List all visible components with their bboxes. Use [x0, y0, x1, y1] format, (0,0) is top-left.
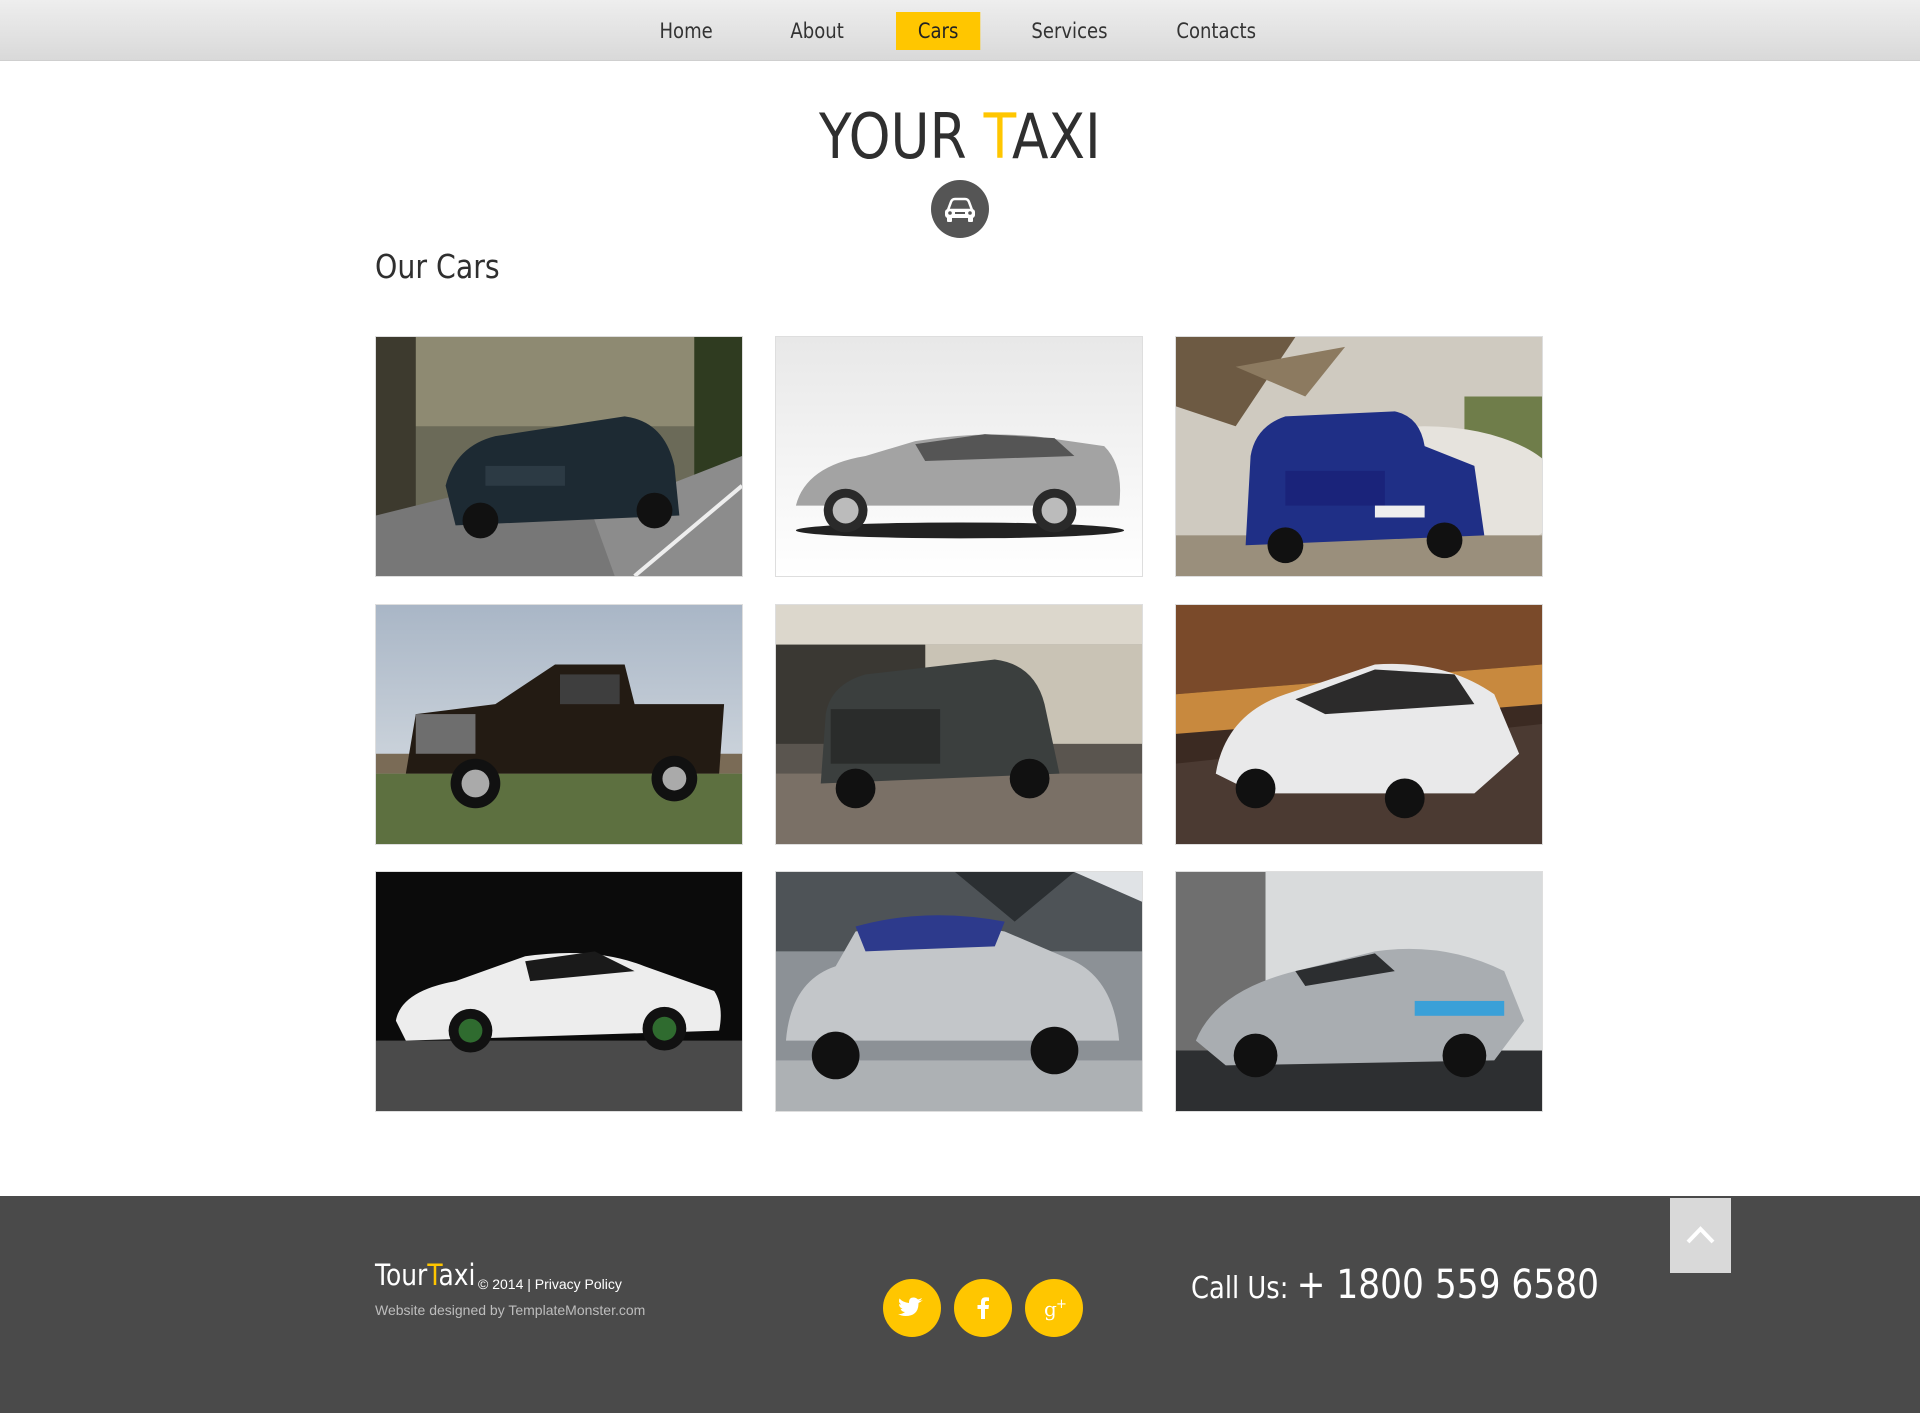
logo-text-1: YOUR	[819, 100, 984, 173]
footer-brand[interactable]: TourTaxi	[375, 1258, 475, 1292]
logo-text-2: AXI	[1012, 100, 1101, 173]
back-to-top-button[interactable]	[1670, 1198, 1731, 1273]
car-photo-grey-suv-icon	[776, 605, 1142, 844]
car-photo-1[interactable]	[375, 336, 743, 577]
privacy-policy-link[interactable]: Privacy Policy	[535, 1276, 622, 1292]
car-photo-dark-wagon-road-icon	[376, 337, 742, 576]
car-photo-white-coupe-icon	[376, 872, 742, 1111]
car-photo-silver-hatchback-icon	[776, 872, 1142, 1111]
car-photo-4[interactable]	[375, 604, 743, 845]
call-label: Call Us:	[1191, 1271, 1297, 1306]
designed-by[interactable]: Website designed by TemplateMonster.com	[375, 1302, 645, 1318]
google-plus-icon: g +	[1044, 1297, 1067, 1321]
svg-text:+: +	[1056, 1297, 1067, 1312]
call-us: Call Us: + 1800 559 6580	[1191, 1262, 1599, 1308]
twitter-icon	[898, 1297, 923, 1316]
nav-cars[interactable]: Cars	[896, 12, 981, 50]
car-photo-3[interactable]	[1175, 336, 1543, 577]
copyright: © 2014 | Privacy Policy	[478, 1276, 622, 1292]
nav-home[interactable]: Home	[650, 12, 722, 50]
twitter-button[interactable]	[883, 1279, 941, 1337]
car-photo-blue-suv-offroad-icon	[1176, 337, 1542, 576]
brand-text-2: axi	[438, 1258, 476, 1292]
brand-text-1: Tour	[375, 1258, 428, 1292]
brand-accent-letter: T	[427, 1258, 439, 1292]
phone-number[interactable]: + 1800 559 6580	[1297, 1262, 1599, 1308]
car-photo-silver-roadster-icon	[1176, 872, 1542, 1111]
chevron-up-icon	[1686, 1226, 1715, 1244]
facebook-button[interactable]	[954, 1279, 1012, 1337]
car-photo-silver-wagon-icon	[776, 337, 1142, 576]
car-photo-7[interactable]	[375, 871, 743, 1112]
car-photo-pickup-truck-icon	[376, 605, 742, 844]
copyright-text: © 2014 |	[478, 1276, 535, 1292]
top-navigation: Home About Cars Services Contacts	[0, 0, 1920, 61]
car-photo-5[interactable]	[775, 604, 1143, 845]
nav-contacts[interactable]: Contacts	[1165, 12, 1267, 50]
car-photo-6[interactable]	[1175, 604, 1543, 845]
section-title: Our Cars	[375, 247, 500, 286]
nav-services[interactable]: Services	[1020, 12, 1119, 50]
car-photo-white-sedan-motion-icon	[1176, 605, 1542, 844]
car-photo-9[interactable]	[1175, 871, 1543, 1112]
google-plus-button[interactable]: g +	[1025, 1279, 1083, 1337]
facebook-icon	[977, 1297, 989, 1319]
logo-accent-letter: T	[983, 100, 1013, 173]
nav-about[interactable]: About	[778, 12, 856, 50]
car-icon	[931, 180, 989, 238]
car-photo-8[interactable]	[775, 871, 1143, 1112]
car-photo-2[interactable]	[775, 336, 1143, 577]
site-logo[interactable]: YOUR TAXI	[0, 100, 1920, 173]
